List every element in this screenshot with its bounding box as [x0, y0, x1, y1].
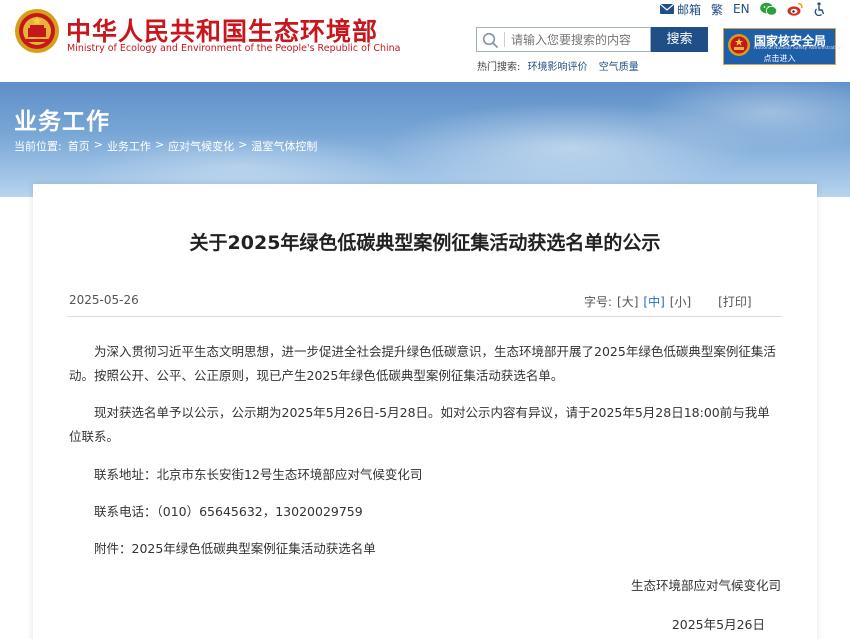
section-banner: 业务工作 当前位置: 首页 > 业务工作 > 应对气候变化 > 温室气体控制 — [0, 82, 850, 197]
mail-link[interactable]: 邮箱 — [660, 1, 701, 18]
font-size-large-button[interactable]: [大] — [617, 293, 638, 310]
top-utility-links: 邮箱 繁 EN — [660, 1, 825, 17]
breadcrumb-separator: > — [93, 138, 103, 151]
meta-divider — [67, 316, 782, 317]
breadcrumb-label: 当前位置: — [14, 140, 62, 153]
attachment-link[interactable]: 附件：2025年绿色低碳典型案例征集活动获选名单 — [69, 537, 781, 561]
hot-search: 热门搜索: 环境影响评价 空气质量 — [477, 58, 647, 73]
article-paragraph: 现对获选名单予以公示，公示期为2025年5月26日-5月28日。如对公示内容有异… — [69, 405, 770, 444]
article-panel: 关于2025年绿色低碳典型案例征集活动获选名单的公示 2025-05-26 字号… — [33, 184, 817, 639]
search-box — [476, 27, 651, 52]
contact-phone: 联系电话：（010）65645632，13020029759 — [94, 504, 363, 519]
article-paragraph: 为深入贯彻习近平生态文明思想，进一步促进全社会提升绿色低碳意识，生态环境部开展了… — [69, 344, 776, 383]
wechat-icon — [759, 2, 777, 16]
breadcrumb-separator: > — [238, 138, 248, 151]
nnsa-english-name: National Nuclear Safety Administration — [754, 46, 842, 51]
weibo-link[interactable] — [787, 2, 803, 16]
signature-org: 生态环境部应对气候变化司 — [630, 578, 781, 593]
mail-link-label: 邮箱 — [677, 2, 702, 17]
signature-date: 2025年5月26日 — [671, 617, 765, 632]
font-size-small-button[interactable]: [小] — [670, 293, 691, 310]
traditional-chinese-link[interactable]: 繁 — [711, 1, 723, 18]
contact-address: 联系地址：北京市东长安街12号生态环境部应对气候变化司 — [94, 467, 423, 482]
hot-search-item[interactable]: 环境影响评价 — [528, 62, 588, 73]
print-button[interactable]: [打印] — [718, 293, 751, 310]
publish-date: 2025-05-26 — [69, 293, 139, 307]
hot-search-item[interactable]: 空气质量 — [599, 62, 639, 73]
breadcrumb-climate[interactable]: 应对气候变化 — [168, 138, 234, 154]
section-title: 业务工作 — [14, 109, 110, 135]
font-size-medium-button[interactable]: [中] — [643, 293, 664, 310]
search-divider — [504, 32, 505, 47]
hot-search-label: 热门搜索: — [477, 62, 521, 73]
site-header: 中华人民共和国生态环境部 Ministry of Ecology and Env… — [0, 0, 850, 82]
accessibility-link[interactable] — [813, 2, 825, 16]
wechat-link[interactable] — [759, 2, 777, 16]
envelope-icon — [660, 4, 674, 14]
national-emblem-icon[interactable] — [14, 8, 60, 54]
breadcrumb-separator: > — [154, 138, 165, 151]
breadcrumb-ghg[interactable]: 温室气体控制 — [251, 138, 317, 154]
site-subtitle-english: Ministry of Ecology and Environment of t… — [67, 43, 401, 54]
weibo-icon — [787, 2, 803, 16]
font-size-controls: 字号: [大] [中] [小] [打印] — [584, 293, 752, 310]
breadcrumb-home[interactable]: 首页 — [68, 138, 90, 154]
font-size-label: 字号: — [584, 295, 613, 309]
english-link[interactable]: EN — [733, 2, 750, 16]
nnsa-enter-label: 点击进入 — [763, 54, 796, 63]
breadcrumb-business[interactable]: 业务工作 — [107, 138, 151, 154]
article-title: 关于2025年绿色低碳典型案例征集活动获选名单的公示 — [189, 232, 661, 254]
search-icon[interactable] — [482, 32, 499, 49]
nnsa-link-button[interactable]: 国家核安全局 National Nuclear Safety Administr… — [723, 28, 842, 65]
search-button[interactable]: 搜索 — [651, 27, 708, 52]
search-input[interactable] — [511, 30, 647, 49]
accessibility-icon — [814, 2, 824, 16]
breadcrumb: 当前位置: 首页 > 业务工作 > 应对气候变化 > 温室气体控制 — [14, 138, 317, 154]
